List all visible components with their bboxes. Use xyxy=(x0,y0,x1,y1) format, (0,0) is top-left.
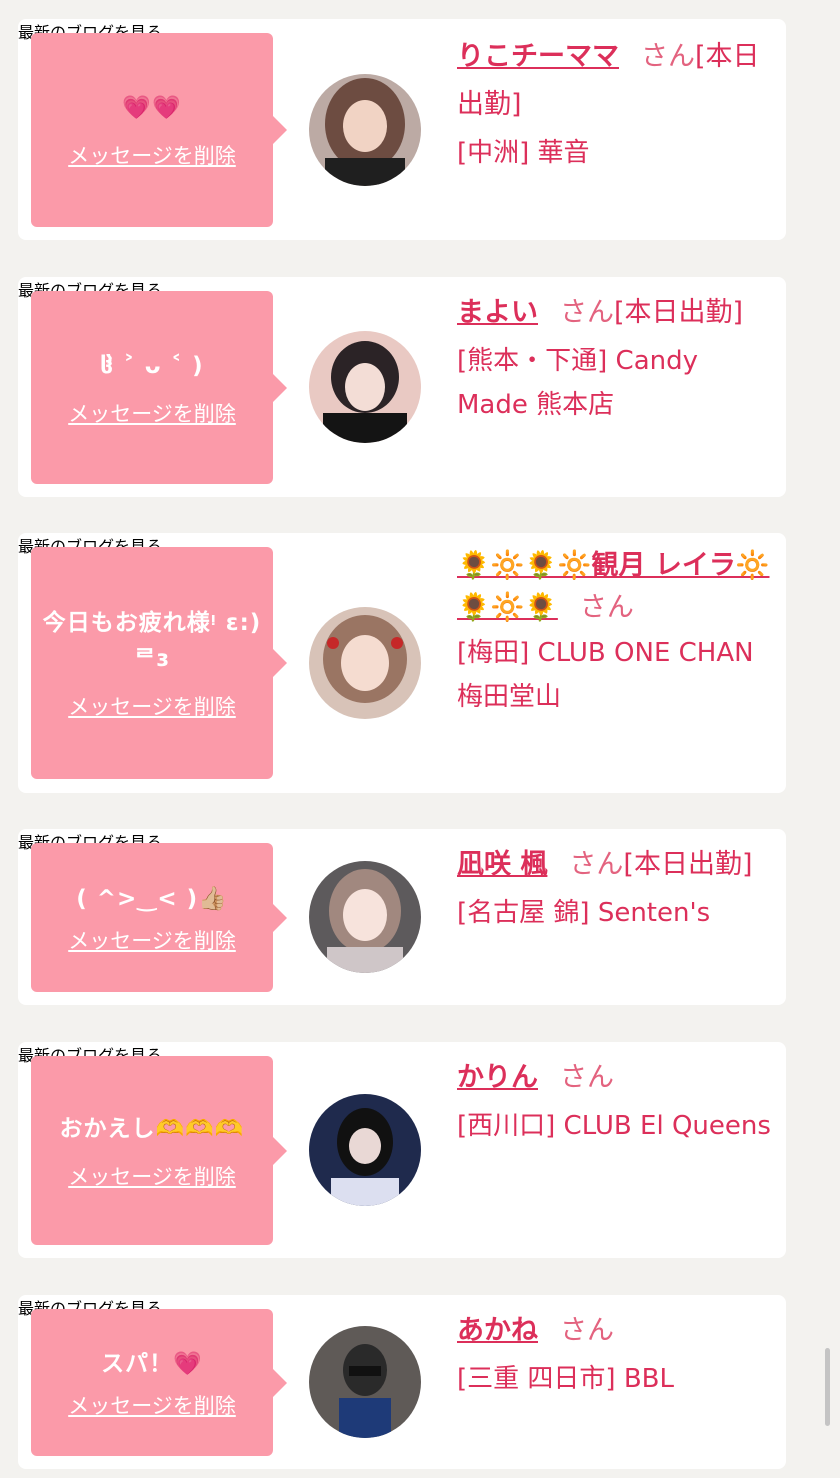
message-text: 💗💗 xyxy=(122,95,182,121)
message-bubble: ჱ̒ ˃ ᴗ ˂ ) メッセージを削除 xyxy=(31,291,287,484)
bubble-tail xyxy=(273,373,287,402)
message-text: おかえし🫶🫶🫶 xyxy=(59,1115,245,1142)
sender-info: かりん さん [西川口] CLUB El Queens xyxy=(457,1054,777,1148)
message-card: 今日もお疲れ様ᵎ ɛ:) ᄅɜ メッセージを削除 🌻🔆🌻🔆観月 レイラ🔆🌻🔆🌻 さ… xyxy=(18,533,786,793)
honorific-label: さん xyxy=(569,849,624,880)
shop-name: [中洲] 華音 xyxy=(457,138,590,168)
sender-name-link[interactable]: まよい xyxy=(457,297,538,328)
avatar-photo xyxy=(309,1326,421,1438)
message-text: スパ！💗 xyxy=(101,1350,203,1377)
message-card: ( ^>‿< )👍🏼 メッセージを削除 凪咲 楓さん[本日出勤] [名古屋 錦]… xyxy=(18,829,786,1005)
bubble-tail xyxy=(273,649,287,677)
message-bubble: ( ^>‿< )👍🏼 メッセージを削除 xyxy=(31,843,287,992)
delete-message-link[interactable]: メッセージを削除 xyxy=(68,925,236,955)
honorific-label: さん xyxy=(579,592,634,623)
honorific-label: さん xyxy=(560,297,614,328)
attendance-status: [本日出勤] xyxy=(623,849,753,880)
avatar[interactable] xyxy=(309,1094,421,1206)
attendance-status: [本日出勤] xyxy=(614,297,744,328)
sender-info: 🌻🔆🌻🔆観月 レイラ🔆🌻🔆🌻 さん [梅田] CLUB ONE CHAN 梅田堂山 xyxy=(457,545,777,719)
shop-name: [名古屋 錦] Senten's xyxy=(457,898,711,928)
sender-name-line: 🌻🔆🌻🔆観月 レイラ🔆🌻🔆🌻 さん xyxy=(457,545,777,629)
avatar[interactable] xyxy=(309,331,421,443)
sender-name-line: まよい さん[本日出勤] xyxy=(457,289,777,337)
message-card: スパ！💗 メッセージを削除 あかねさん [三重 四日市] BBL 最新のブログを… xyxy=(18,1295,786,1469)
scrollbar-thumb[interactable] xyxy=(825,1348,830,1426)
sender-name-line: かりん さん xyxy=(457,1054,777,1102)
avatar-photo xyxy=(309,1094,421,1206)
sender-info: 凪咲 楓さん[本日出勤] [名古屋 錦] Senten's xyxy=(457,841,777,935)
avatar[interactable] xyxy=(309,607,421,719)
avatar-photo xyxy=(309,861,421,973)
honorific-label: さん xyxy=(560,1062,614,1093)
message-bubble: スパ！💗 メッセージを削除 xyxy=(31,1309,287,1456)
bubble-tail xyxy=(273,903,287,932)
delete-message-link[interactable]: メッセージを削除 xyxy=(68,691,236,721)
sender-name-line: りこチーママ さん[本日出勤] xyxy=(457,33,777,129)
avatar[interactable] xyxy=(309,1326,421,1438)
sender-info: あかね さん [三重 四日市] BBL xyxy=(457,1307,777,1401)
delete-message-link[interactable]: メッセージを削除 xyxy=(68,1161,236,1191)
delete-message-link[interactable]: メッセージを削除 xyxy=(68,398,236,428)
message-text: 今日もお疲れ様ᵎ ɛ:) ᄅɜ xyxy=(42,610,262,672)
message-list: 💗💗 メッセージを削除 りこチーママさん[本日出勤] [中洲] 華音 最新のブロ… xyxy=(0,0,840,1478)
shop-name: [三重 四日市] BBL xyxy=(457,1364,674,1394)
message-card: おかえし🫶🫶🫶 メッセージを削除 かりん さん [西川口] CLUB El Que… xyxy=(18,1042,786,1258)
bubble-tail xyxy=(273,116,287,144)
bubble-tail xyxy=(273,1136,287,1165)
delete-message-link[interactable]: メッセージを削除 xyxy=(68,1390,236,1420)
sender-name-link[interactable]: 凪咲 楓 xyxy=(457,849,547,880)
message-text: ( ^>‿< )👍🏼 xyxy=(76,885,228,912)
sender-name-line: あかね さん xyxy=(457,1307,777,1355)
message-text: ჱ̒ ˃ ᴗ ˂ ) xyxy=(100,352,204,379)
sender-name-link[interactable]: りこチーママ xyxy=(457,41,619,72)
sender-name-link[interactable]: あかね xyxy=(457,1315,538,1346)
message-card: ჱ̒ ˃ ᴗ ˂ ) メッセージを削除 まよい さん[本日出勤] [熊本・下通] … xyxy=(18,277,786,497)
avatar-photo xyxy=(309,74,421,186)
shop-name: [西川口] CLUB El Queens xyxy=(457,1111,771,1141)
delete-message-link[interactable]: メッセージを削除 xyxy=(68,140,236,170)
honorific-label: さん xyxy=(641,41,695,72)
message-card: 💗💗 メッセージを削除 りこチーママさん[本日出勤] [中洲] 華音 最新のブロ… xyxy=(18,19,786,240)
shop-name: [梅田] CLUB ONE CHAN 梅田堂山 xyxy=(457,638,754,712)
avatar[interactable] xyxy=(309,861,421,973)
sender-info: りこチーママ さん[本日出勤] [中洲] 華音 xyxy=(457,33,777,175)
message-bubble: おかえし🫶🫶🫶 メッセージを削除 xyxy=(31,1056,287,1245)
sender-name-line: 凪咲 楓さん[本日出勤] xyxy=(457,841,777,889)
message-bubble: 💗💗 メッセージを削除 xyxy=(31,33,287,227)
sender-name-link[interactable]: かりん xyxy=(457,1062,538,1093)
sender-info: まよい さん[本日出勤] [熊本・下通] Candy Made 熊本店 xyxy=(457,289,777,427)
honorific-label: さん xyxy=(560,1315,614,1346)
avatar-photo xyxy=(309,607,421,719)
message-bubble: 今日もお疲れ様ᵎ ɛ:) ᄅɜ メッセージを削除 xyxy=(31,547,287,779)
avatar-photo xyxy=(309,331,421,443)
bubble-tail xyxy=(273,1368,287,1397)
avatar[interactable] xyxy=(309,74,421,186)
shop-name: [熊本・下通] Candy Made 熊本店 xyxy=(457,346,699,420)
